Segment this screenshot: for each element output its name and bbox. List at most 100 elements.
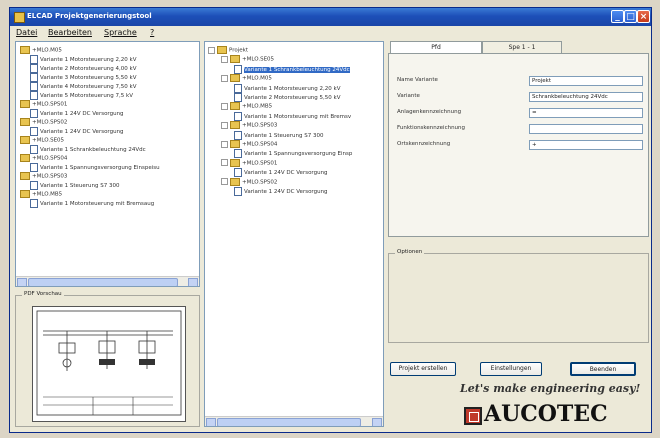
expand-toggle-icon[interactable] — [221, 140, 228, 148]
options-group: Optionen — [388, 249, 649, 343]
menu-help[interactable]: ? — [150, 28, 154, 37]
library-hscrollbar[interactable] — [16, 276, 199, 286]
tree-folder[interactable]: +MLO.MB5 — [221, 102, 272, 111]
document-icon — [30, 64, 38, 73]
minimize-button[interactable]: _ — [611, 10, 624, 23]
tree-item[interactable]: Variante 1 Spannungsversorgung Einsp — [234, 149, 352, 159]
tree-item-label: +MLO.SPS01 — [242, 160, 278, 167]
tree-item-label: Variante 1 Motorsteuerung mit Bremsaug — [40, 201, 155, 207]
folder-icon — [20, 100, 30, 108]
document-icon — [234, 93, 242, 102]
tab-content: Name Variante Projekt Variante Schrankbeleu… — [388, 53, 649, 237]
tree-item-label: Projekt — [229, 47, 248, 54]
folder-icon — [217, 46, 227, 54]
tree-item-label: Variante 1 24V DC Versorgung — [40, 129, 124, 135]
tree-folder[interactable]: +MLO.MB5 — [20, 190, 62, 199]
document-icon — [30, 199, 38, 208]
expand-toggle-icon[interactable] — [221, 121, 228, 129]
expand-toggle-icon[interactable] — [208, 46, 215, 54]
tree-item[interactable]: Variante 1 Schrankbeleuchtung 24Vdc — [234, 64, 350, 74]
tree-item-label: Variante 3 Motorsteuerung 5,50 kV — [40, 75, 137, 81]
tree-folder[interactable]: +MLO.SPS02 — [20, 118, 67, 127]
tree-item[interactable]: Variante 1 24V DC Versorgung — [234, 168, 328, 178]
document-icon — [30, 73, 38, 82]
create-project-button[interactable]: Projekt erstellen — [390, 362, 456, 376]
tree-folder[interactable]: +MLO.M05 — [221, 74, 272, 83]
window-title: ELCAD Projektgenerierungstool — [27, 12, 152, 20]
maximize-button[interactable]: □ — [624, 10, 637, 23]
menu-datei[interactable]: Datei — [16, 28, 37, 37]
tree-folder[interactable]: +MLO.SE05 — [20, 136, 64, 145]
tree-item[interactable]: Variante 1 24V DC Versorgung — [234, 187, 328, 196]
tree-item[interactable]: Variante 5 Motorsteuerung 7,5 kV — [30, 91, 133, 100]
tree-item-label: Variante 4 Motorsteuerung 7,50 kV — [40, 84, 137, 90]
folder-icon — [230, 140, 240, 148]
tree-folder[interactable]: +MLO.SPS04 — [221, 140, 277, 149]
folder-icon — [230, 121, 240, 130]
folder-icon — [230, 102, 240, 111]
tree-folder[interactable]: +MLO.SE05 — [221, 55, 274, 64]
tree-item[interactable]: Variante 1 Motorsteuerung mit Bremsaug — [30, 199, 154, 208]
tree-folder[interactable]: +MLO.SPS03 — [221, 121, 277, 130]
project-hscrollbar[interactable] — [205, 416, 383, 426]
scroll-thumb[interactable] — [28, 278, 178, 286]
document-icon — [30, 127, 38, 136]
expand-toggle-icon[interactable] — [221, 102, 228, 110]
expand-toggle-icon[interactable] — [221, 74, 228, 82]
scroll-thumb[interactable] — [217, 418, 361, 426]
property-input[interactable]: Schrankbeleuchtung 24Vdc — [529, 92, 643, 102]
title-bar[interactable]: ELCAD Projektgenerierungstool _ □ × — [10, 8, 651, 26]
tree-item[interactable]: Variante 1 Schrankbeleuchtung 24Vdc — [30, 145, 146, 154]
expand-toggle-icon[interactable] — [221, 55, 228, 63]
tree-item-label: +MLO.SPS04 — [32, 155, 68, 162]
property-input[interactable]: Projekt — [529, 76, 643, 86]
tree-folder[interactable]: +MLO.SPS02 — [221, 177, 277, 187]
library-tree-panel[interactable]: +MLO.M05 Variante 1 Motorsteuerung 2,20 k… — [15, 41, 200, 287]
tree-folder[interactable]: +MLO.SPS04 — [20, 154, 67, 163]
document-icon — [30, 91, 38, 100]
tree-folder[interactable]: +MLO.SPS03 — [20, 172, 67, 181]
property-input[interactable] — [529, 124, 643, 134]
close-button[interactable]: × — [637, 10, 650, 23]
tree-folder[interactable]: +MLO.SPS01 — [20, 100, 67, 109]
tree-item-label: Variante 1 Spannungsversorgung Einspeisu — [40, 165, 160, 171]
tree-item[interactable]: Variante 4 Motorsteuerung 7,50 kV — [30, 82, 136, 91]
scroll-left-arrow-icon[interactable] — [206, 418, 216, 426]
tree-item-label: Variante 1 Schrankbeleuchtung 24Vdc — [40, 147, 146, 153]
tree-item[interactable]: Variante 1 Motorsteuerung 2,20 kV — [30, 55, 136, 64]
tree-item-label: +MLO.SPS03 — [242, 122, 278, 129]
main-window: ELCAD Projektgenerierungstool _ □ × Date… — [9, 7, 652, 433]
tree-item[interactable]: Variante 1 Steuerung S7 300 — [30, 181, 120, 190]
project-tree-panel[interactable]: Projekt +MLO.SE05 Variante 1 Schrankbeleuc… — [204, 41, 384, 427]
tree-item[interactable]: Variante 1 Motorsteuerung 2,20 kV — [234, 83, 340, 93]
folder-icon — [20, 190, 30, 198]
tree-item[interactable]: Variante 1 Spannungsversorgung Einspeisu — [30, 163, 160, 172]
tree-item-label: Variante 1 24V DC Versorgung — [40, 111, 124, 117]
settings-button[interactable]: Einstellungen — [480, 362, 542, 376]
menu-bearbeiten[interactable]: Bearbeiten — [48, 28, 92, 37]
property-input[interactable]: + — [529, 140, 643, 150]
document-icon — [30, 181, 38, 190]
tree-item[interactable]: Variante 1 Motorsteuerung mit Bremsv — [234, 111, 351, 121]
property-input[interactable]: = — [529, 108, 643, 118]
tree-item[interactable]: Variante 3 Motorsteuerung 5,50 kV — [30, 73, 136, 82]
tree-folder[interactable]: +MLO.SPS01 — [221, 158, 278, 168]
scroll-left-arrow-icon[interactable] — [17, 278, 27, 286]
tree-folder[interactable]: +MLO.M05 — [20, 46, 62, 55]
tree-item[interactable]: Variante 1 24V DC Versorgung — [30, 109, 124, 118]
menu-sprache[interactable]: Sprache — [104, 28, 137, 37]
tree-item[interactable]: Variante 1 24V DC Versorgung — [30, 127, 124, 136]
property-label: Ortskennzeichnung — [397, 141, 451, 147]
tree-item-label: Variante 1 24V DC Versorgung — [244, 189, 328, 195]
expand-toggle-icon[interactable] — [221, 178, 228, 186]
tree-item-label: +MLO.MB5 — [32, 191, 63, 198]
tree-item[interactable]: Variante 2 Motorsteuerung 4,00 kV — [30, 64, 136, 73]
scroll-right-arrow-icon[interactable] — [188, 278, 198, 286]
tree-item-label: Variante 2 Motorsteuerung 5,50 kV — [244, 95, 341, 101]
exit-button[interactable]: Beenden — [570, 362, 636, 376]
tree-item[interactable]: Variante 1 Steuerung S7 300 — [234, 130, 324, 140]
tree-folder[interactable]: Projekt — [208, 46, 248, 55]
scroll-right-arrow-icon[interactable] — [372, 418, 382, 426]
tree-item[interactable]: Variante 2 Motorsteuerung 5,50 kV — [234, 93, 340, 102]
expand-toggle-icon[interactable] — [221, 159, 228, 167]
